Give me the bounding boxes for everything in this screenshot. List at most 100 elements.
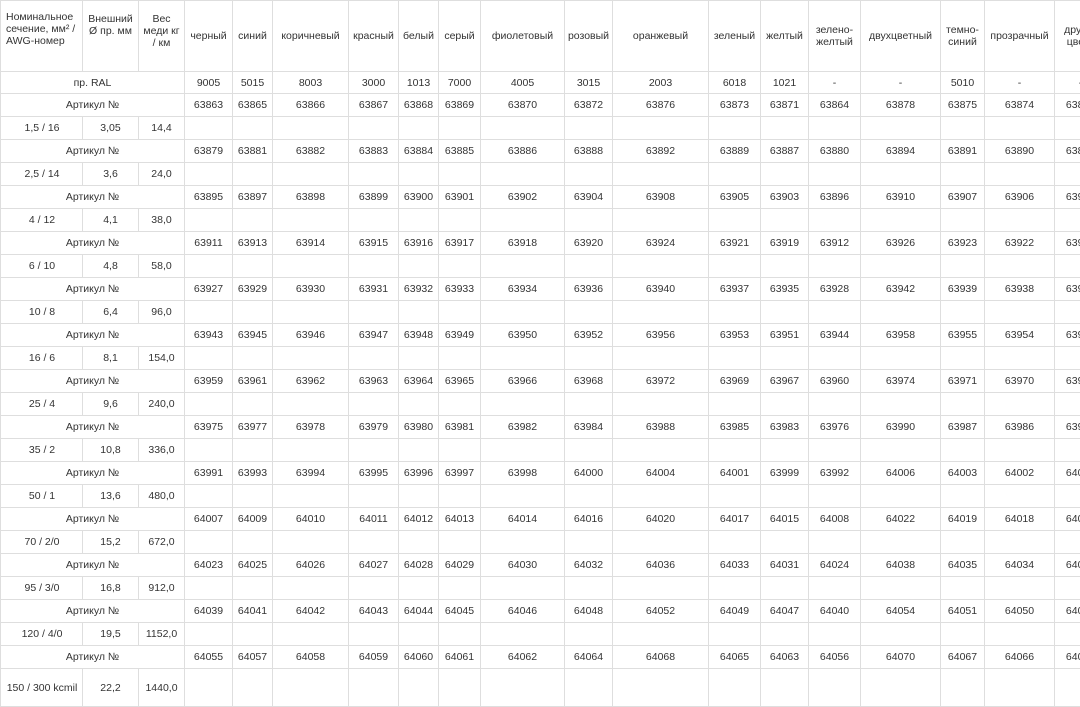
empty-cell	[481, 163, 565, 186]
empty-cell	[809, 393, 861, 416]
empty-cell	[761, 623, 809, 646]
article-cell: 63886	[481, 140, 565, 163]
empty-cell	[565, 577, 613, 600]
empty-cell	[349, 577, 399, 600]
article-cell: 63972	[613, 370, 709, 393]
article-row: Артикул №6397563977639786397963980639816…	[1, 416, 1080, 439]
article-cell: 64053	[1055, 600, 1080, 623]
article-cell: 63871	[761, 94, 809, 117]
empty-cell	[809, 347, 861, 370]
article-cell: 64058	[273, 646, 349, 669]
article-cell: 63914	[273, 232, 349, 255]
empty-cell	[565, 255, 613, 278]
ral-cell: 9005	[185, 72, 233, 94]
empty-cell	[349, 163, 399, 186]
article-cell: 64056	[809, 646, 861, 669]
empty-cell	[481, 347, 565, 370]
article-cell: 64036	[613, 554, 709, 577]
article-cell: 63892	[613, 140, 709, 163]
empty-cell	[941, 209, 985, 232]
article-cell: 63899	[349, 186, 399, 209]
article-cell: 63981	[439, 416, 481, 439]
article-cell: 63883	[349, 140, 399, 163]
empty-cell	[233, 393, 273, 416]
article-cell: 63897	[233, 186, 273, 209]
article-cell: 64026	[273, 554, 349, 577]
article-cell: 63863	[185, 94, 233, 117]
article-cell: 63885	[439, 140, 481, 163]
size-row: 150 / 300 kcmil22,21440,0	[1, 669, 1080, 707]
empty-cell	[399, 255, 439, 278]
article-cell: 64035	[941, 554, 985, 577]
article-cell: 64002	[985, 462, 1055, 485]
empty-cell	[565, 485, 613, 508]
article-cell: 63881	[233, 140, 273, 163]
empty-cell	[273, 255, 349, 278]
empty-cell	[233, 577, 273, 600]
empty-cell	[1055, 117, 1080, 140]
empty-cell	[481, 531, 565, 554]
outer-diameter-cell: 3,05	[83, 117, 139, 140]
empty-cell	[273, 209, 349, 232]
header-cell-color: двухцветный	[861, 1, 941, 72]
empty-cell	[399, 439, 439, 462]
empty-cell	[941, 485, 985, 508]
header-cell-color: зелено-желтый	[809, 1, 861, 72]
empty-cell	[1055, 485, 1080, 508]
article-cell: 64069	[1055, 646, 1080, 669]
article-cell: 63917	[439, 232, 481, 255]
empty-cell	[439, 255, 481, 278]
empty-cell	[861, 623, 941, 646]
copper-weight-cell: 14,4	[139, 117, 185, 140]
empty-cell	[809, 531, 861, 554]
article-cell: 64038	[861, 554, 941, 577]
article-row: Артикул №6405564057640586405964060640616…	[1, 646, 1080, 669]
article-cell: 64007	[185, 508, 233, 531]
empty-cell	[185, 117, 233, 140]
article-cell: 63949	[439, 324, 481, 347]
header-cell-diameter: Внешний Ø пр. мм	[83, 1, 139, 72]
article-cell: 63923	[941, 232, 985, 255]
article-label: Артикул №	[1, 554, 185, 577]
article-cell: 64001	[709, 462, 761, 485]
outer-diameter-cell: 19,5	[83, 623, 139, 646]
section-size-cell: 50 / 1	[1, 485, 83, 508]
empty-cell	[809, 439, 861, 462]
empty-cell	[399, 485, 439, 508]
empty-cell	[709, 577, 761, 600]
article-cell: 64068	[613, 646, 709, 669]
article-cell: 63960	[809, 370, 861, 393]
empty-cell	[1055, 209, 1080, 232]
empty-cell	[185, 623, 233, 646]
article-cell: 64041	[233, 600, 273, 623]
article-cell: 63965	[439, 370, 481, 393]
article-cell: 63942	[861, 278, 941, 301]
empty-cell	[761, 393, 809, 416]
article-cell: 63992	[809, 462, 861, 485]
article-cell: 63943	[185, 324, 233, 347]
empty-cell	[439, 163, 481, 186]
article-cell: 63873	[709, 94, 761, 117]
article-cell: 63945	[233, 324, 273, 347]
empty-cell	[761, 485, 809, 508]
empty-cell	[273, 301, 349, 324]
empty-cell	[565, 623, 613, 646]
size-row: 16 / 68,1154,0	[1, 347, 1080, 370]
article-cell: 63875	[941, 94, 985, 117]
article-cell: 64000	[565, 462, 613, 485]
empty-cell	[273, 163, 349, 186]
outer-diameter-cell: 10,8	[83, 439, 139, 462]
empty-cell	[439, 485, 481, 508]
article-cell: 63963	[349, 370, 399, 393]
article-cell: 64039	[185, 600, 233, 623]
article-cell: 63910	[861, 186, 941, 209]
copper-weight-cell: 96,0	[139, 301, 185, 324]
empty-cell	[439, 393, 481, 416]
article-cell: 63909	[1055, 186, 1080, 209]
header-cell-color: коричневый	[273, 1, 349, 72]
article-cell: 63967	[761, 370, 809, 393]
empty-cell	[809, 117, 861, 140]
article-cell: 63983	[761, 416, 809, 439]
ral-cell: 1021	[761, 72, 809, 94]
empty-cell	[273, 623, 349, 646]
